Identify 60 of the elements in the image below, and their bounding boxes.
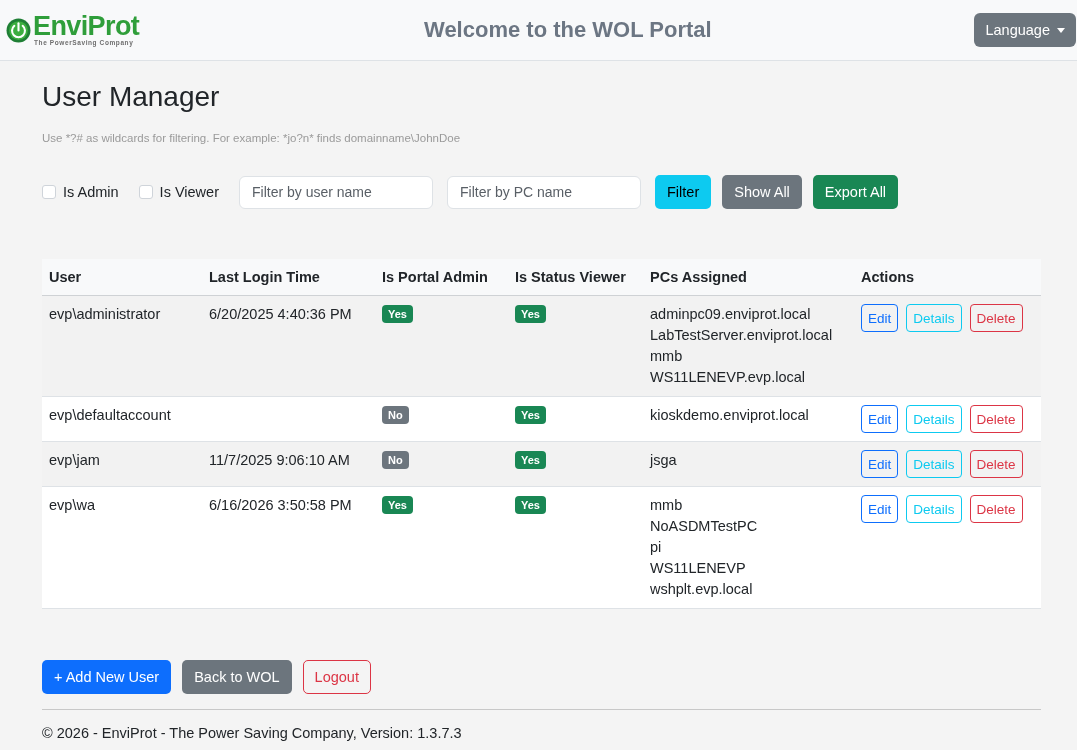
- checkbox-label[interactable]: Is Admin: [63, 184, 119, 200]
- checkbox[interactable]: [42, 185, 56, 199]
- login-time-cell: 6/16/2026 3:50:58 PM: [202, 486, 375, 609]
- page-heading: User Manager: [42, 80, 221, 114]
- status-badge: Yes: [515, 406, 546, 424]
- delete-button[interactable]: Delete: [969, 450, 1023, 478]
- logout-button[interactable]: Logout: [302, 660, 371, 694]
- power-icon: [6, 17, 31, 43]
- back-button[interactable]: Back to WOL: [182, 660, 292, 694]
- user-cell: evp\jam: [42, 441, 202, 487]
- pc-name: jsga: [650, 452, 677, 468]
- pc-name: WS11LENEVP: [650, 560, 746, 576]
- column-header: User: [42, 259, 202, 296]
- user-cell: evp\administrator: [42, 295, 202, 397]
- pc-name: pi: [650, 539, 662, 555]
- pc-name: mmb: [650, 348, 683, 364]
- edit-button[interactable]: Edit: [861, 450, 899, 478]
- filter-hint: Use *?# as wildcards for filtering. For example: *jo?n* finds domainname\JohnDoe: [42, 132, 462, 144]
- pc-name: LabTestServer.enviprot.local: [650, 327, 833, 343]
- status-badge: Yes: [515, 496, 546, 514]
- filter-button[interactable]: Filter: [655, 175, 712, 209]
- column-header: PCs Assigned: [643, 259, 854, 296]
- status-badge: Yes: [515, 451, 546, 469]
- language-button[interactable]: Language: [974, 13, 1076, 47]
- logo-text: EnviProt: [33, 13, 140, 39]
- pc-name: adminpc09.enviprot.local: [650, 306, 811, 322]
- column-header: Actions: [854, 259, 1041, 296]
- pc-name: WS11LENEVP.evp.local: [650, 369, 806, 385]
- show-all-button[interactable]: Show All: [722, 175, 802, 209]
- user-cell: evp\defaultaccount: [42, 396, 202, 442]
- edit-button[interactable]: Edit: [861, 405, 899, 433]
- caret-icon: [1057, 27, 1065, 33]
- column-header: Is Status Viewer: [508, 259, 643, 296]
- column-header: Is Portal Admin: [375, 259, 508, 296]
- pc-name: mmb: [650, 497, 683, 513]
- status-badge: Yes: [515, 305, 546, 323]
- pc-name: kioskdemo.enviprot.local: [650, 407, 809, 423]
- pc-name: NoASDMTestPC: [650, 518, 758, 534]
- status-badge: No: [382, 406, 409, 424]
- column-header: Last Login Time: [202, 259, 375, 296]
- copyright-text: © 2026 - EnviProt - The Power Saving Company, Version: 1.3.7.3: [42, 725, 463, 741]
- delete-button[interactable]: Delete: [969, 495, 1023, 523]
- page-title: Welcome to the WOL Portal: [424, 17, 712, 43]
- edit-button[interactable]: Edit: [861, 304, 899, 332]
- checkbox[interactable]: [138, 185, 153, 199]
- delete-button[interactable]: Delete: [969, 405, 1023, 433]
- export-button[interactable]: Export All: [812, 175, 899, 209]
- filter-input[interactable]: Filter by user name: [239, 175, 433, 209]
- status-badge: Yes: [382, 496, 413, 514]
- login-time-cell: 6/20/2025 4:40:36 PM: [202, 295, 375, 397]
- pc-name: wshplt.evp.local: [650, 581, 753, 597]
- edit-button[interactable]: Edit: [861, 495, 899, 523]
- checkbox-label[interactable]: Is Viewer: [159, 184, 219, 200]
- delete-button[interactable]: Delete: [969, 304, 1023, 332]
- login-time-cell: 11/7/2025 9:06:10 AM: [202, 441, 375, 487]
- user-cell: evp\wa: [42, 486, 202, 609]
- status-badge: Yes: [382, 305, 413, 323]
- filter-input[interactable]: Filter by PC name: [447, 175, 641, 209]
- add-user-button[interactable]: + Add New User: [42, 660, 172, 694]
- status-badge: No: [382, 451, 409, 469]
